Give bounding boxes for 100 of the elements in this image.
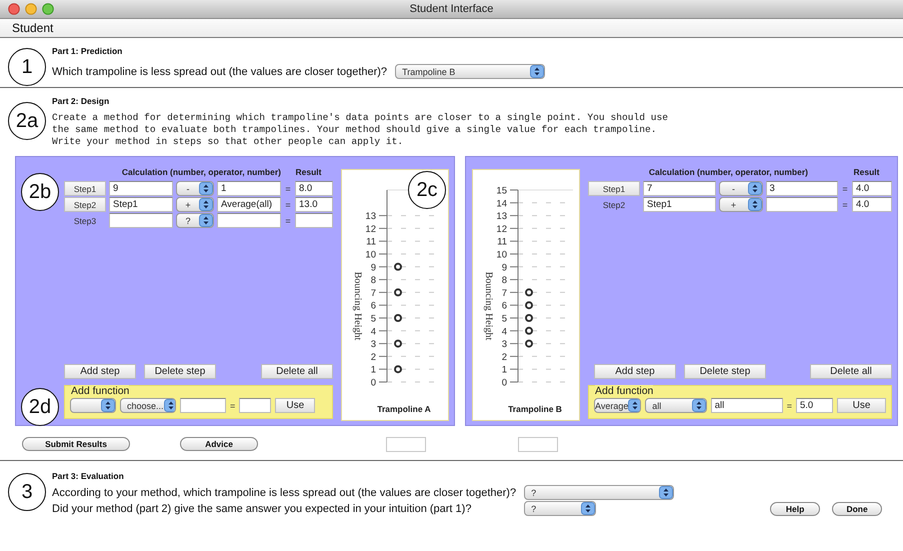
input-field[interactable]: 3 [766,181,838,196]
data-point [525,314,533,322]
menu-item[interactable]: Student [12,21,54,35]
use-button[interactable]: Use [837,398,886,413]
column-header: Result [852,167,880,179]
window-control-icon[interactable] [8,3,20,15]
question-text: Which trampoline is less spread out (the values are closer together)? [52,66,388,78]
step-label[interactable]: Step3 [64,213,106,228]
dropdown[interactable]: ? [524,485,674,500]
stepper-icon [628,399,640,412]
tick-label: 7 [370,288,376,299]
dropdown[interactable]: Trampoline B [395,64,546,79]
input-field[interactable]: all [710,398,783,413]
window-control-icon[interactable] [25,3,37,15]
tick-label: 6 [502,300,507,312]
data-point [525,340,533,348]
panel-legend: Add function [71,385,130,397]
add-step-button[interactable]: Add step [64,364,136,379]
add-step-button[interactable]: Add step [594,364,676,379]
result-field[interactable]: 5.0 [796,398,834,413]
dropdown[interactable]: Average [594,398,642,413]
stepper-icon [748,198,762,211]
equals-sign: = [841,200,849,210]
stepper-icon [164,399,175,412]
result-field[interactable]: 13.0 [295,197,333,212]
tick-label: 6 [370,300,376,312]
tick-label: 4 [502,326,507,338]
result-field[interactable]: 4.0 [852,197,892,212]
data-point [525,301,533,310]
stepper-icon [659,486,674,499]
chart-label: Trampoline A [377,404,431,414]
step-label[interactable]: Step1 [64,181,106,196]
input-field[interactable]: 9 [109,181,173,196]
tick-label: 12 [365,224,376,235]
dropdown[interactable]: ? [524,501,596,516]
done-button[interactable]: Done [832,502,882,516]
input-field[interactable]: 7 [643,181,716,196]
tick-label: 8 [370,275,376,286]
column-header: Calculation (number, operator, number) [648,167,809,179]
result-field[interactable] [295,213,333,228]
input-field[interactable] [766,197,838,212]
data-point [394,365,402,374]
help-button[interactable]: Help [770,502,820,516]
tick-label: 2 [370,352,376,363]
input-field[interactable]: 1 [217,181,281,196]
callout-number: 3 [8,473,46,511]
input-field[interactable] [180,398,226,413]
dropdown[interactable] [70,398,116,413]
tick-label: 11 [497,236,507,248]
tick-label: 12 [496,224,507,235]
tick-label: 2 [502,352,507,363]
axis-title: Bouncing Height [483,272,494,340]
callout-number: 2b [21,173,59,211]
dropdown[interactable]: - [176,181,214,196]
delete-all-button[interactable]: Delete all [810,364,892,379]
chart-label: Trampoline B [508,404,562,414]
dropdown[interactable]: + [718,197,762,212]
step-label[interactable]: Step2 [588,197,640,212]
delete-step-button[interactable]: Delete step [684,364,766,379]
delete-all-button[interactable]: Delete all [261,364,333,379]
data-point [394,262,402,271]
input-field[interactable]: Step1 [109,197,173,212]
dropdown[interactable]: ? [176,213,214,228]
input-field[interactable]: Step1 [643,197,716,212]
step-label[interactable]: Step1 [588,181,640,196]
equals-sign: = [284,216,292,226]
use-button[interactable]: Use [275,398,316,413]
input-field[interactable] [109,213,173,228]
step-label[interactable]: Step2 [64,197,106,212]
dropdown[interactable]: choose... [120,398,176,413]
delete-step-button[interactable]: Delete step [144,364,216,379]
tick-label: 7 [502,288,507,299]
result-field[interactable] [239,398,272,413]
tick-label: 1 [370,364,376,376]
tick-label: 5 [370,314,376,324]
tick-label: 14 [496,198,507,210]
dropdown[interactable]: + [176,197,214,212]
panel-legend: Add function [595,385,654,397]
advice-button[interactable]: Advice [180,437,258,451]
tick-label: 9 [370,262,376,274]
result-field[interactable]: 8.0 [295,181,333,196]
equals-sign: = [284,184,292,194]
window-control-icon[interactable] [42,3,54,15]
callout-number: 2d [21,388,59,426]
column-header: Calculation (number, operator, number) [120,167,281,179]
dropdown[interactable]: - [718,181,762,196]
tick-label: 3 [370,339,376,350]
equals-sign: = [230,400,236,410]
input-field[interactable]: Average(all) [217,197,281,212]
dropdown[interactable]: all [645,398,707,413]
data-point [525,288,533,296]
tick-label: 4 [370,326,376,338]
empty-field [386,436,426,452]
section-heading: Part 2: Design [52,96,110,106]
result-field[interactable]: 4.0 [852,181,892,196]
tick-label: 15 [496,186,507,196]
stepper-icon [530,65,544,78]
equals-sign: = [841,184,849,194]
input-field[interactable] [217,213,281,228]
submit-button[interactable]: Submit Results [22,437,130,451]
